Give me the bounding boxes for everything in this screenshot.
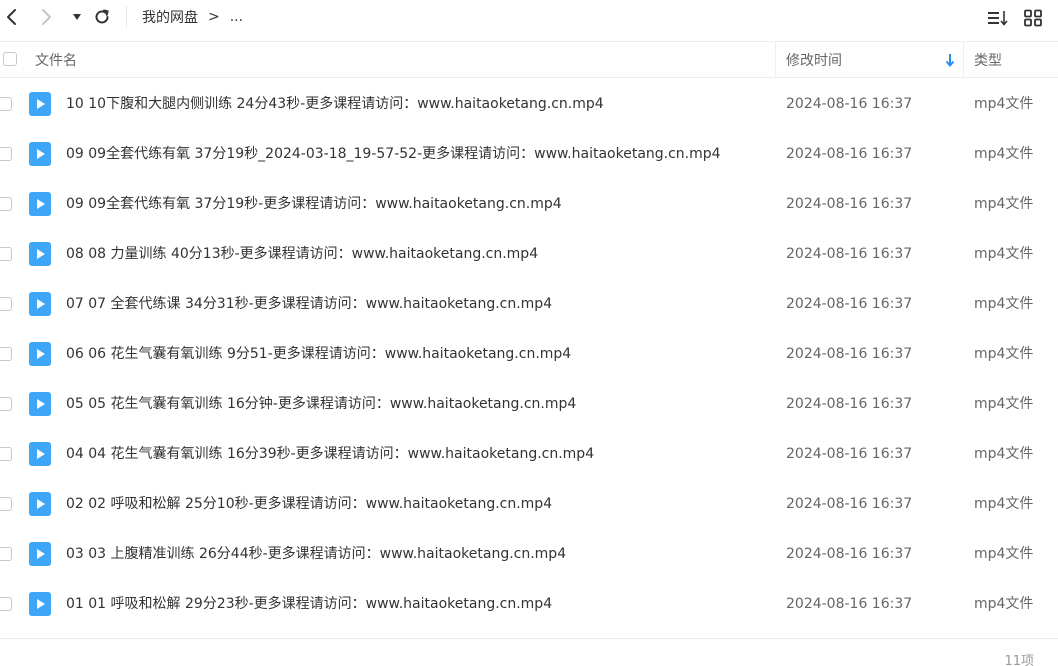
file-modified: 2024-08-16 16:37 bbox=[786, 296, 913, 312]
row-checkbox[interactable] bbox=[0, 247, 12, 261]
chevron-left-icon bbox=[7, 9, 16, 25]
file-type: mp4文件 bbox=[974, 596, 1034, 612]
column-header-name[interactable]: 文件名 bbox=[35, 42, 77, 77]
breadcrumb-separator: > bbox=[208, 9, 220, 25]
refresh-button[interactable] bbox=[91, 6, 113, 28]
file-type: mp4文件 bbox=[974, 196, 1034, 212]
file-type: mp4文件 bbox=[974, 246, 1034, 262]
history-dropdown-button[interactable] bbox=[66, 6, 88, 28]
file-name[interactable]: 07 07 全套代练课 34分31秒-更多课程请访问：www.haitaoket… bbox=[66, 279, 552, 329]
sort-menu-button[interactable] bbox=[987, 8, 1009, 28]
column-header-type[interactable]: 类型 bbox=[974, 42, 1002, 77]
file-row[interactable]: 08 08 力量训练 40分13秒-更多课程请访问：www.haitaoketa… bbox=[0, 229, 1058, 279]
back-button[interactable] bbox=[0, 6, 22, 28]
breadcrumb: 我的网盘 > ... bbox=[142, 7, 243, 27]
file-modified: 2024-08-16 16:37 bbox=[786, 146, 913, 162]
file-row[interactable]: 06 06 花生气囊有氧训练 9分51-更多课程请访问：www.haitaoke… bbox=[0, 329, 1058, 379]
column-header-modified[interactable]: 修改时间 bbox=[786, 42, 842, 77]
file-modified: 2024-08-16 16:37 bbox=[786, 496, 913, 512]
video-file-icon bbox=[29, 192, 51, 216]
chevron-right-icon bbox=[42, 9, 51, 25]
video-file-icon bbox=[29, 592, 51, 616]
file-list-header: 文件名 修改时间 类型 bbox=[0, 41, 1058, 78]
file-row[interactable]: 02 02 呼吸和松解 25分10秒-更多课程请访问：www.haitaoket… bbox=[0, 479, 1058, 529]
item-count: 11项 bbox=[1004, 654, 1034, 666]
row-checkbox[interactable] bbox=[0, 97, 12, 111]
file-modified: 2024-08-16 16:37 bbox=[786, 246, 913, 262]
video-file-icon bbox=[29, 392, 51, 416]
file-name[interactable]: 08 08 力量训练 40分13秒-更多课程请访问：www.haitaoketa… bbox=[66, 229, 538, 279]
video-file-icon bbox=[29, 492, 51, 516]
row-checkbox[interactable] bbox=[0, 297, 12, 311]
file-name[interactable]: 02 02 呼吸和松解 25分10秒-更多课程请访问：www.haitaoket… bbox=[66, 479, 552, 529]
file-name[interactable]: 06 06 花生气囊有氧训练 9分51-更多课程请访问：www.haitaoke… bbox=[66, 329, 571, 379]
file-type: mp4文件 bbox=[974, 496, 1034, 512]
row-checkbox[interactable] bbox=[0, 197, 12, 211]
file-type: mp4文件 bbox=[974, 446, 1034, 462]
file-type: mp4文件 bbox=[974, 396, 1034, 412]
breadcrumb-root[interactable]: 我的网盘 bbox=[142, 7, 198, 27]
video-file-icon bbox=[29, 342, 51, 366]
file-type: mp4文件 bbox=[974, 146, 1034, 162]
file-manager-window: 我的网盘 > ... 文件名 修改时间 类型 10 10下腹和大腿内侧训练 24… bbox=[0, 0, 1058, 666]
file-row[interactable]: 09 09全套代练有氧 37分19秒_2024-03-18_19-57-52-更… bbox=[0, 129, 1058, 179]
refresh-icon bbox=[95, 9, 109, 24]
file-name[interactable]: 04 04 花生气囊有氧训练 16分39秒-更多课程请访问：www.haitao… bbox=[66, 429, 594, 479]
video-file-icon bbox=[29, 92, 51, 116]
file-row[interactable]: 01 01 呼吸和松解 29分23秒-更多课程请访问：www.haitaoket… bbox=[0, 579, 1058, 629]
file-modified: 2024-08-16 16:37 bbox=[786, 196, 913, 212]
forward-button[interactable] bbox=[36, 6, 58, 28]
file-row[interactable]: 10 10下腹和大腿内侧训练 24分43秒-更多课程请访问：www.haitao… bbox=[0, 79, 1058, 129]
file-name[interactable]: 09 09全套代练有氧 37分19秒-更多课程请访问：www.haitaoket… bbox=[66, 179, 562, 229]
file-modified: 2024-08-16 16:37 bbox=[786, 596, 913, 612]
file-type: mp4文件 bbox=[974, 546, 1034, 562]
grid-view-button[interactable] bbox=[1022, 8, 1044, 28]
file-modified: 2024-08-16 16:37 bbox=[786, 546, 913, 562]
file-row[interactable]: 09 09全套代练有氧 37分19秒-更多课程请访问：www.haitaoket… bbox=[0, 179, 1058, 229]
file-name[interactable]: 01 01 呼吸和松解 29分23秒-更多课程请访问：www.haitaoket… bbox=[66, 579, 552, 629]
file-name[interactable]: 03 03 上腹精准训练 26分44秒-更多课程请访问：www.haitaoke… bbox=[66, 529, 566, 579]
caret-down-icon bbox=[73, 14, 81, 20]
file-type: mp4文件 bbox=[974, 96, 1034, 112]
column-divider[interactable] bbox=[775, 42, 776, 77]
file-name[interactable]: 10 10下腹和大腿内侧训练 24分43秒-更多课程请访问：www.haitao… bbox=[66, 79, 604, 129]
file-modified: 2024-08-16 16:37 bbox=[786, 96, 913, 112]
toolbar: 我的网盘 > ... bbox=[0, 0, 1058, 34]
list-sort-icon bbox=[988, 11, 1008, 26]
breadcrumb-more[interactable]: ... bbox=[230, 9, 243, 25]
row-checkbox[interactable] bbox=[0, 597, 12, 611]
file-list: 10 10下腹和大腿内侧训练 24分43秒-更多课程请访问：www.haitao… bbox=[0, 79, 1058, 629]
file-type: mp4文件 bbox=[974, 296, 1034, 312]
file-row[interactable]: 05 05 花生气囊有氧训练 16分钟-更多课程请访问：www.haitaoke… bbox=[0, 379, 1058, 429]
status-bar: 11项 bbox=[0, 638, 1058, 666]
toolbar-divider bbox=[126, 6, 127, 28]
file-row[interactable]: 03 03 上腹精准训练 26分44秒-更多课程请访问：www.haitaoke… bbox=[0, 529, 1058, 579]
video-file-icon bbox=[29, 442, 51, 466]
column-divider[interactable] bbox=[963, 42, 964, 77]
row-checkbox[interactable] bbox=[0, 547, 12, 561]
row-checkbox[interactable] bbox=[0, 347, 12, 361]
row-checkbox[interactable] bbox=[0, 147, 12, 161]
file-modified: 2024-08-16 16:37 bbox=[786, 346, 913, 362]
file-type: mp4文件 bbox=[974, 346, 1034, 362]
file-name[interactable]: 09 09全套代练有氧 37分19秒_2024-03-18_19-57-52-更… bbox=[66, 129, 721, 179]
row-checkbox[interactable] bbox=[0, 497, 12, 511]
video-file-icon bbox=[29, 242, 51, 266]
video-file-icon bbox=[29, 142, 51, 166]
file-modified: 2024-08-16 16:37 bbox=[786, 396, 913, 412]
file-modified: 2024-08-16 16:37 bbox=[786, 446, 913, 462]
file-row[interactable]: 04 04 花生气囊有氧训练 16分39秒-更多课程请访问：www.haitao… bbox=[0, 429, 1058, 479]
row-checkbox[interactable] bbox=[0, 447, 12, 461]
row-checkbox[interactable] bbox=[0, 397, 12, 411]
file-row[interactable]: 07 07 全套代练课 34分31秒-更多课程请访问：www.haitaoket… bbox=[0, 279, 1058, 329]
sort-descending-icon[interactable] bbox=[944, 52, 956, 68]
grid-view-icon bbox=[1024, 9, 1042, 27]
video-file-icon bbox=[29, 292, 51, 316]
video-file-icon bbox=[29, 542, 51, 566]
file-name[interactable]: 05 05 花生气囊有氧训练 16分钟-更多课程请访问：www.haitaoke… bbox=[66, 379, 576, 429]
select-all-checkbox[interactable] bbox=[3, 52, 17, 66]
